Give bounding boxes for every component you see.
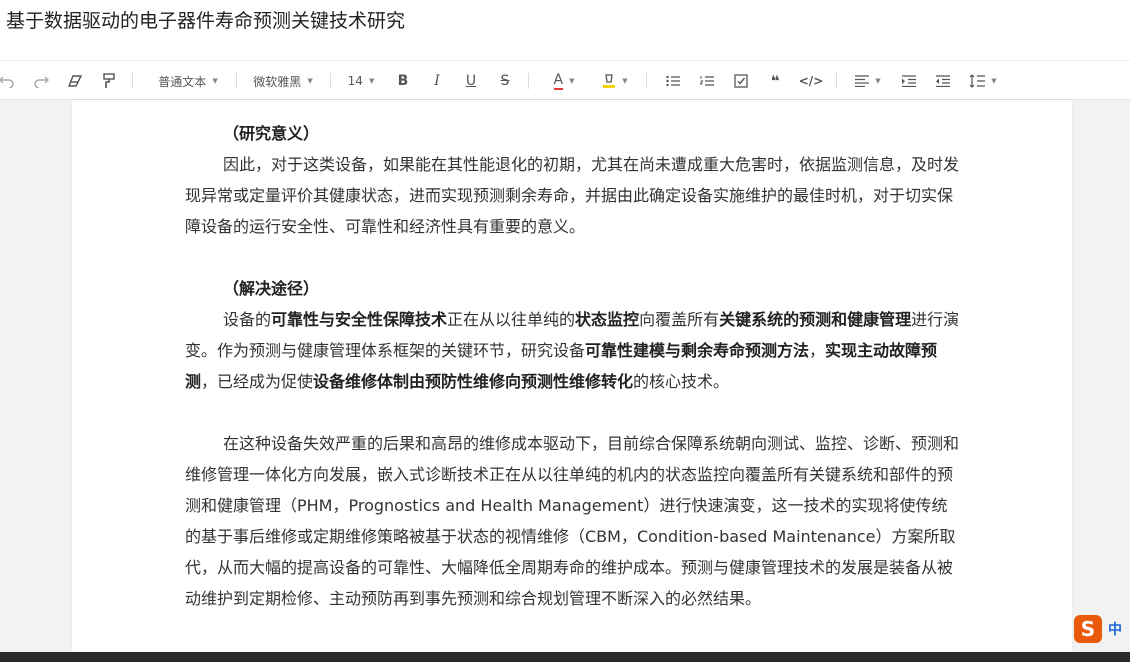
chevron-down-icon: ▼ xyxy=(622,77,628,85)
toolbar-divider xyxy=(836,73,837,89)
checklist-icon[interactable] xyxy=(730,70,752,92)
line-height-button[interactable]: ▼ xyxy=(964,70,1002,92)
ime-indicator[interactable]: S 中 xyxy=(1074,614,1122,644)
quote-button[interactable]: ❝ xyxy=(764,70,786,92)
text-run: ， xyxy=(809,341,826,360)
toolbar-divider xyxy=(132,73,133,89)
paragraph: 设备的可靠性与安全性保障技术正在从以往单纯的状态监控向覆盖所有关键系统的预测和健… xyxy=(185,304,960,397)
chevron-down-icon: ▼ xyxy=(991,77,997,85)
undo-icon[interactable] xyxy=(0,70,18,92)
code-button[interactable]: </> xyxy=(798,70,824,92)
document-body[interactable]: （研究意义） 因此，对于这类设备，如果能在其性能退化的初期，尤其在尚未遭成重大危… xyxy=(185,118,960,614)
paragraph: 在这种设备失效严重的后果和高昂的维修成本驱动下，目前综合保障系统朝向测试、监控、… xyxy=(185,434,960,608)
toolbar-divider xyxy=(330,73,331,89)
taskbar xyxy=(0,652,1130,662)
document-title[interactable]: 基于数据驱动的电子器件寿命预测关键技术研究 xyxy=(6,6,405,33)
bold-text-run: 可靠性与安全性保障技术 xyxy=(271,310,448,329)
clear-format-icon[interactable] xyxy=(64,70,86,92)
ime-language-label: 中 xyxy=(1108,622,1122,638)
highlight-button[interactable]: ▼ xyxy=(596,70,634,92)
text-run: 的核心技术。 xyxy=(633,372,730,391)
section-heading: （解决途径） xyxy=(223,279,320,298)
toolbar-divider xyxy=(528,73,529,89)
indent-decrease-icon[interactable] xyxy=(932,70,954,92)
chevron-down-icon: ▼ xyxy=(569,77,575,85)
paragraph-style-select[interactable]: 普通文本 ▼ xyxy=(152,70,224,92)
font-family-select[interactable]: 微软雅黑 ▼ xyxy=(250,70,316,92)
chevron-down-icon: ▼ xyxy=(212,77,218,85)
section-heading: （研究意义） xyxy=(223,124,320,143)
underline-button[interactable]: U xyxy=(460,70,482,92)
sogou-logo-icon: S xyxy=(1074,615,1102,643)
indent-increase-icon[interactable] xyxy=(898,70,920,92)
font-size-label: 14 xyxy=(347,74,363,88)
title-bar: 基于数据驱动的电子器件寿命预测关键技术研究 xyxy=(0,0,1130,60)
text-run: 正在从以往单纯的 xyxy=(447,310,576,329)
strikethrough-button[interactable]: S xyxy=(494,70,516,92)
italic-button[interactable]: I xyxy=(426,70,448,92)
highlighter-icon xyxy=(603,74,616,88)
numbered-list-icon[interactable] xyxy=(696,70,718,92)
align-button[interactable]: ▼ xyxy=(850,70,886,92)
font-color-label: A xyxy=(553,71,564,90)
bold-text-run: 可靠性建模与剩余寿命预测方法 xyxy=(585,341,810,360)
paragraph-style-label: 普通文本 xyxy=(158,74,207,89)
text-run: 设备的 xyxy=(223,310,272,329)
font-size-select[interactable]: 14 ▼ xyxy=(344,70,378,92)
align-left-icon xyxy=(855,75,870,87)
text-run: ，已经成为促使 xyxy=(201,372,314,391)
bold-text-run: 设备维修体制由预防性维修向预测性维修转化 xyxy=(313,372,634,391)
font-color-button[interactable]: A ▼ xyxy=(544,70,584,92)
formatting-toolbar: 普通文本 ▼ 微软雅黑 ▼ 14 ▼ B I U S A ▼ ▼ ❝ </> ▼ xyxy=(0,60,1130,100)
chevron-down-icon: ▼ xyxy=(368,77,375,85)
redo-icon[interactable] xyxy=(30,70,52,92)
bullet-list-icon[interactable] xyxy=(662,70,684,92)
bold-text-run: 关键系统的预测和健康管理 xyxy=(719,310,912,329)
toolbar-divider xyxy=(646,73,647,89)
chevron-down-icon: ▼ xyxy=(875,77,881,85)
font-family-label: 微软雅黑 xyxy=(253,74,302,89)
paragraph: 因此，对于这类设备，如果能在其性能退化的初期，尤其在尚未遭成重大危害时，依据监测… xyxy=(185,155,960,236)
bold-text-run: 状态监控 xyxy=(575,310,640,329)
bold-button[interactable]: B xyxy=(392,70,414,92)
text-run: 向覆盖所有 xyxy=(639,310,720,329)
chevron-down-icon: ▼ xyxy=(307,77,313,85)
toolbar-divider xyxy=(236,73,237,89)
format-painter-icon[interactable] xyxy=(98,70,120,92)
line-height-icon xyxy=(969,74,986,88)
